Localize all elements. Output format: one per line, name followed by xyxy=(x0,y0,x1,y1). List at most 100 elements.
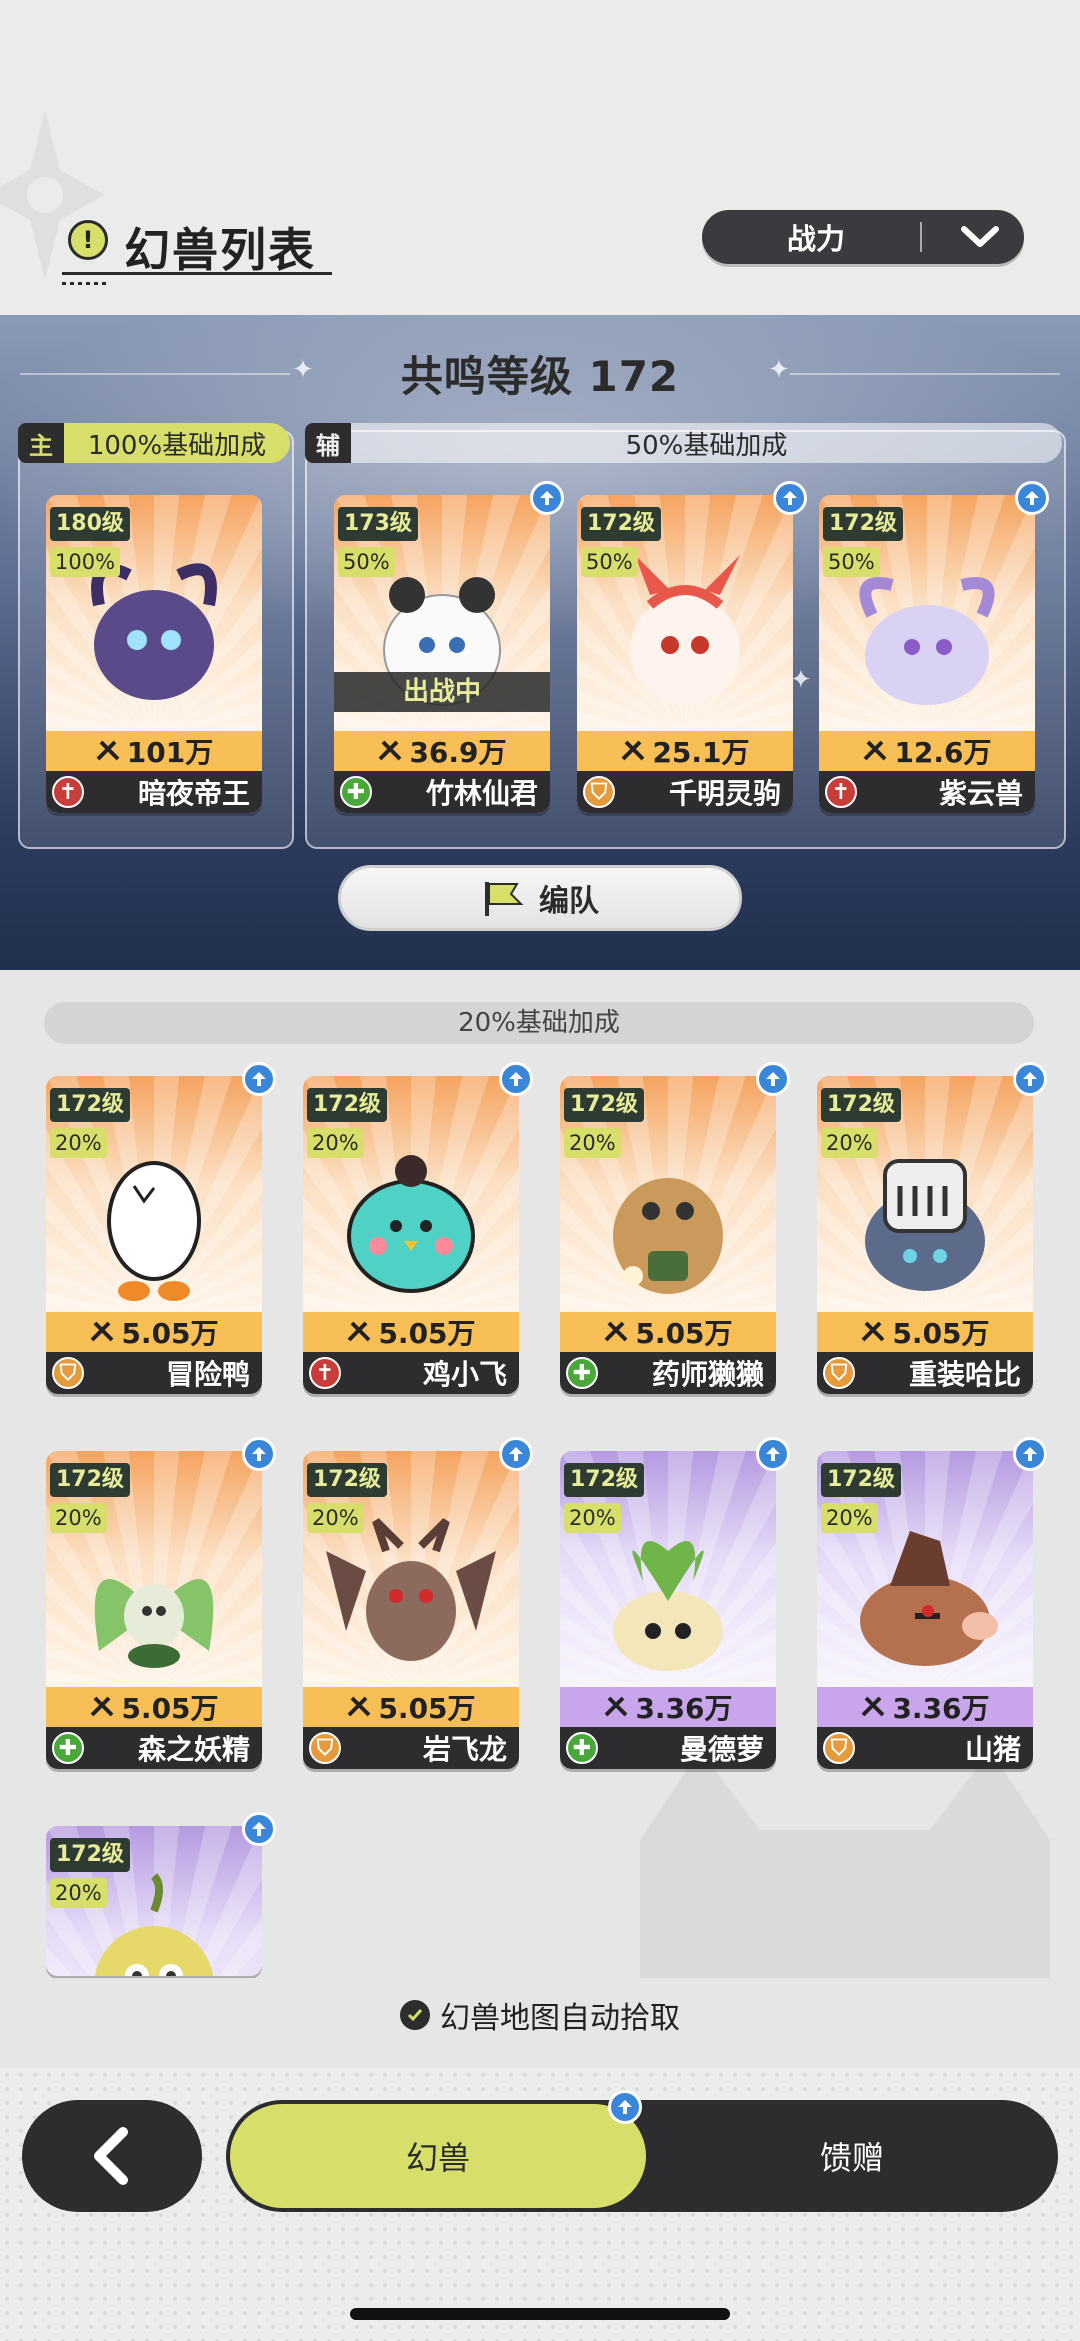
power-value: 36.9万 xyxy=(409,736,507,769)
power-bar: 36.9万 xyxy=(334,731,550,771)
level-badge: 172级 xyxy=(821,1463,901,1497)
auto-pickup-toggle[interactable]: 幻兽地图自动拾取 xyxy=(0,1993,1080,2037)
tab-gift-label: 馈赠 xyxy=(819,2139,884,2177)
power-value: 5.05万 xyxy=(121,1317,219,1350)
card-frame: 180级 100% 101万 ✝ 暗夜帝王 xyxy=(46,495,262,813)
upgrade-arrow-icon xyxy=(756,1062,790,1096)
beast-card[interactable]: 173级 50% 出战中 36.9万 ✚ 竹林仙君 xyxy=(334,481,564,813)
team-formation-label: 编队 xyxy=(539,884,599,919)
info-icon[interactable]: ! xyxy=(68,220,108,260)
beast-card[interactable]: 172级 50% 12.6万 ✝ 紫云兽 xyxy=(819,481,1049,813)
card-frame: 172级 20% 5.05万 ✚ 森之妖精 xyxy=(46,1451,262,1769)
power-value: 5.05万 xyxy=(892,1317,990,1350)
tab-gift[interactable]: 馈赠 xyxy=(646,2100,1058,2212)
card-frame: 172级 20% xyxy=(46,1826,262,1976)
beast-name: 暗夜帝王 xyxy=(137,777,250,810)
beast-card[interactable]: 172级 50% 25.1万 ⛉ 千明灵驹 xyxy=(577,481,807,813)
beast-name: 竹林仙君 xyxy=(425,777,538,810)
beast-card[interactable]: 172级 20% 3.36万 ⛉ 山猪 xyxy=(817,1437,1047,1769)
level-badge: 173级 xyxy=(338,507,418,541)
heal-role-icon: ✚ xyxy=(340,776,372,808)
power-value: 3.36万 xyxy=(892,1692,990,1725)
bonus-percent-badge: 20% xyxy=(564,1128,621,1158)
bonus-percent-badge: 20% xyxy=(307,1128,364,1158)
upgrade-arrow-icon xyxy=(499,1062,533,1096)
tab-bar: 幻兽 馈赠 xyxy=(226,2090,1058,2212)
upgrade-arrow-icon xyxy=(756,1437,790,1471)
name-bar: ⛉ 重装哈比 xyxy=(817,1352,1033,1394)
beast-card[interactable]: 172级 20% 5.05万 ⛉ 岩飞龙 xyxy=(303,1437,533,1769)
beast-name: 岩飞龙 xyxy=(422,1733,507,1766)
heal-role-icon: ✚ xyxy=(566,1732,598,1764)
beast-card[interactable]: 172级 20% 5.05万 ✚ 森之妖精 xyxy=(46,1437,276,1769)
card-frame: 172级 20% 3.36万 ✚ 曼德萝 xyxy=(560,1451,776,1769)
beast-card[interactable]: 172级 20% 3.36万 ✚ 曼德萝 xyxy=(560,1437,790,1769)
power-bar: 3.36万 xyxy=(560,1687,776,1727)
power-icon xyxy=(860,1691,892,1724)
beast-name: 重装哈比 xyxy=(908,1358,1021,1391)
bonus-percent-badge: 20% xyxy=(821,1128,878,1158)
sub-badge: 辅 xyxy=(305,423,351,463)
power-icon xyxy=(860,1316,892,1349)
home-indicator xyxy=(350,2308,730,2320)
upgrade-arrow-icon xyxy=(242,1812,276,1846)
name-bar: ✚ 竹林仙君 xyxy=(334,771,550,813)
power-value: 3.36万 xyxy=(635,1692,733,1725)
card-frame: 172级 20% 5.05万 ⛉ 岩飞龙 xyxy=(303,1451,519,1769)
power-icon xyxy=(377,735,409,768)
chevron-left-icon xyxy=(94,2127,128,2185)
name-bar: ✚ 森之妖精 xyxy=(46,1727,262,1769)
power-bar: 5.05万 xyxy=(303,1312,519,1352)
name-bar: ✚ 药师獭獭 xyxy=(560,1352,776,1394)
beast-name: 森之妖精 xyxy=(137,1733,250,1766)
level-badge: 172级 xyxy=(50,1088,130,1122)
sort-dropdown[interactable]: 战力 xyxy=(702,210,1024,264)
tab-beasts[interactable]: 幻兽 xyxy=(230,2104,646,2208)
level-badge: 180级 xyxy=(50,507,130,541)
card-frame: 172级 20% 5.05万 ✚ 药师獭獭 xyxy=(560,1076,776,1394)
name-bar: ✚ 曼德萝 xyxy=(560,1727,776,1769)
attack-role-icon: ✝ xyxy=(52,776,84,808)
in-battle-label: 出战中 xyxy=(334,672,550,712)
level-badge: 172级 xyxy=(581,507,661,541)
level-badge: 172级 xyxy=(50,1838,130,1872)
upgrade-arrow-icon xyxy=(242,1437,276,1471)
beast-card[interactable]: 172级 20% 5.05万 ✝ 鸡小飞 xyxy=(303,1062,533,1394)
power-bar: 25.1万 xyxy=(577,731,793,771)
defense-role-icon: ⛉ xyxy=(823,1732,855,1764)
defense-role-icon: ⛉ xyxy=(583,776,615,808)
checkmark-icon xyxy=(400,2000,430,2030)
card-frame: 172级 20% 5.05万 ⛉ 冒险鸭 xyxy=(46,1076,262,1394)
card-frame: 172级 20% 3.36万 ⛉ 山猪 xyxy=(817,1451,1033,1769)
flag-icon xyxy=(485,882,524,916)
name-bar: ✝ 暗夜帝王 xyxy=(46,771,262,813)
power-bar: 5.05万 xyxy=(303,1687,519,1727)
power-bar: 12.6万 xyxy=(819,731,1035,771)
beast-card[interactable]: 180级 100% 101万 ✝ 暗夜帝王 xyxy=(46,495,262,813)
upgrade-arrow-icon xyxy=(1015,481,1049,515)
power-value: 5.05万 xyxy=(378,1692,476,1725)
beast-name: 鸡小飞 xyxy=(422,1358,507,1391)
beast-name: 千明灵驹 xyxy=(668,777,781,810)
beast-card[interactable]: 172级 20% 5.05万 ✚ 药师獭獭 xyxy=(560,1062,790,1394)
power-icon xyxy=(862,735,894,768)
upgrade-arrow-icon xyxy=(1013,1062,1047,1096)
team-formation-button[interactable]: 编队 xyxy=(338,865,742,931)
title-underline xyxy=(62,272,332,275)
beast-card[interactable]: 172级 20% 5.05万 ⛉ 冒险鸭 xyxy=(46,1062,276,1394)
name-bar: ⛉ 岩飞龙 xyxy=(303,1727,519,1769)
title-dots xyxy=(62,282,110,285)
power-bar: 5.05万 xyxy=(817,1312,1033,1352)
beast-card[interactable]: 172级 20% 5.05万 ⛉ 重装哈比 xyxy=(817,1062,1047,1394)
defense-role-icon: ⛉ xyxy=(309,1732,341,1764)
power-icon xyxy=(95,735,127,768)
back-button[interactable] xyxy=(22,2100,202,2212)
name-bar: ✝ 鸡小飞 xyxy=(303,1352,519,1394)
power-value: 5.05万 xyxy=(635,1317,733,1350)
power-value: 25.1万 xyxy=(652,736,750,769)
power-icon xyxy=(603,1691,635,1724)
power-icon xyxy=(89,1316,121,1349)
card-frame: 172级 50% 25.1万 ⛉ 千明灵驹 xyxy=(577,495,793,813)
power-icon xyxy=(346,1316,378,1349)
power-value: 5.05万 xyxy=(378,1317,476,1350)
